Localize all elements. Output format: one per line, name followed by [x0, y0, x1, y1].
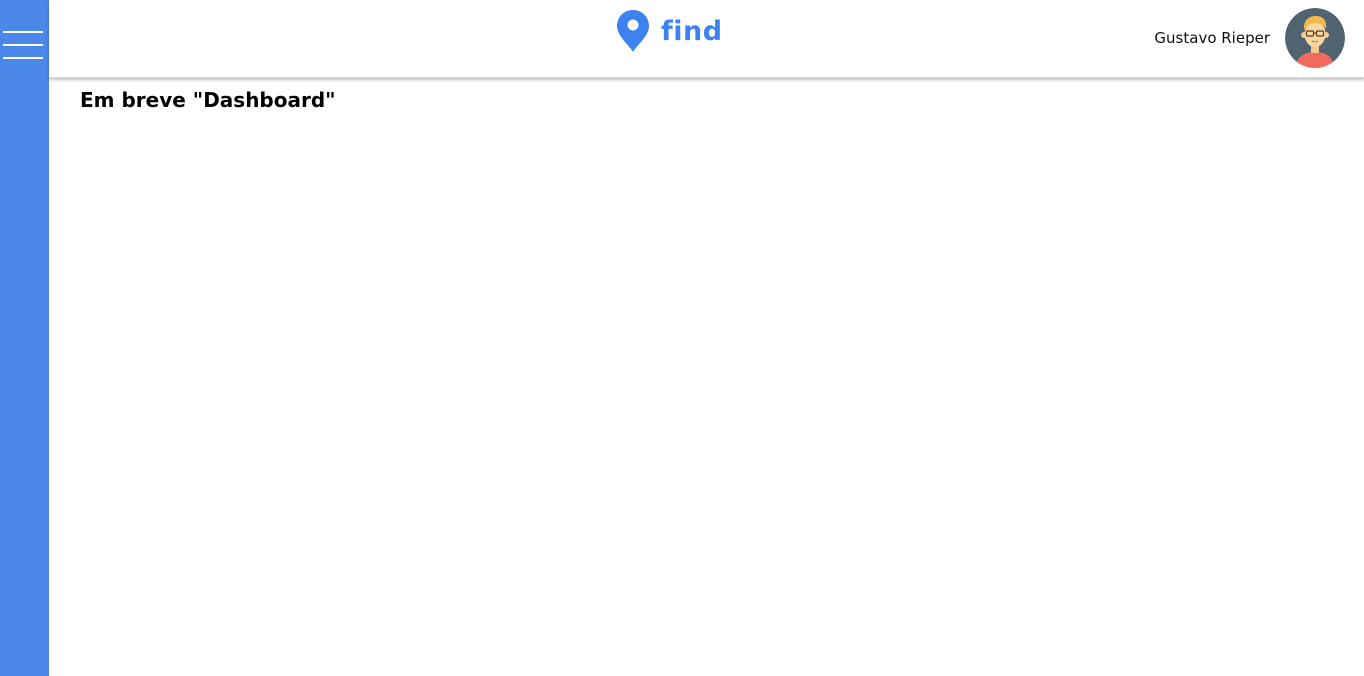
menu-bar-top [3, 31, 43, 33]
logo-text: find [661, 15, 723, 47]
hamburger-menu-button[interactable] [3, 31, 43, 61]
user-avatar[interactable] [1285, 8, 1345, 68]
page-title: Em breve "Dashboard" [80, 88, 336, 112]
top-header: find Gustavo Rieper [49, 0, 1364, 78]
main-content: Em breve "Dashboard" [80, 88, 336, 112]
app-logo[interactable]: find [616, 9, 723, 53]
sidebar [0, 0, 49, 676]
avatar-illustration [1285, 8, 1345, 68]
map-pin-icon [617, 10, 649, 52]
menu-bar-middle [3, 44, 43, 46]
menu-bar-bottom [3, 57, 43, 59]
user-name[interactable]: Gustavo Rieper [1154, 29, 1270, 47]
